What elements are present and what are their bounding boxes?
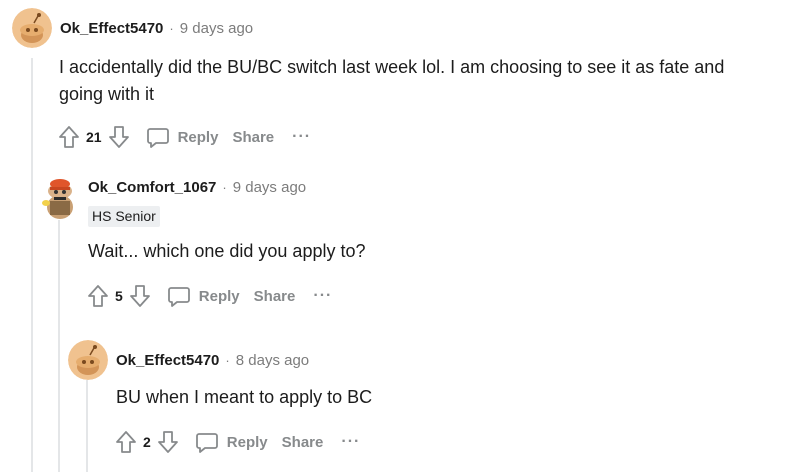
timestamp[interactable]: 9 days ago [180, 20, 253, 37]
upvote-icon[interactable] [113, 429, 139, 455]
comment-thread: Ok_Effect5470 · 9 days ago I accidentall… [0, 0, 800, 472]
downvote-icon[interactable] [155, 429, 181, 455]
comment-body: BU when I meant to apply to BC [116, 387, 373, 407]
reply-label: Reply [198, 287, 240, 305]
share-button[interactable]: Share [254, 288, 296, 305]
more-options-button[interactable]: ··· [292, 128, 311, 146]
comment-body-line: going with it [59, 84, 155, 104]
reply-button[interactable]: Reply [167, 284, 240, 308]
reply-icon [146, 128, 169, 148]
avatar[interactable] [68, 340, 108, 380]
comment-body: I accidentally did the BU/BC switch last… [59, 54, 792, 108]
comment: Ok_Comfort_1067 · 9 days ago HS Senior W… [40, 167, 780, 311]
username[interactable]: Ok_Effect5470 [116, 352, 219, 369]
username[interactable]: Ok_Effect5470 [60, 20, 163, 37]
reply-icon [195, 433, 218, 453]
reply-icon [167, 287, 190, 307]
downvote-icon[interactable] [106, 124, 132, 150]
share-button[interactable]: Share [232, 129, 274, 146]
vote-count: 21 [86, 129, 102, 145]
vote-count: 2 [143, 434, 151, 450]
comment: Ok_Effect5470 · 8 days ago BU when I mea… [68, 340, 780, 457]
comment-actions: 2 Reply Share ··· [113, 427, 780, 457]
comment-body: Wait... which one did you apply to? [88, 241, 366, 261]
username[interactable]: Ok_Comfort_1067 [88, 179, 216, 196]
reply-button[interactable]: Reply [146, 125, 219, 149]
timestamp[interactable]: 8 days ago [236, 352, 309, 369]
more-options-button[interactable]: ··· [341, 433, 360, 451]
avatar[interactable] [12, 8, 52, 48]
reply-label: Reply [226, 433, 268, 451]
separator: · [225, 352, 230, 368]
upvote-icon[interactable] [56, 124, 82, 150]
comment-body-line: I accidentally did the BU/BC switch last… [59, 57, 725, 77]
vote-count: 5 [115, 288, 123, 304]
downvote-icon[interactable] [127, 283, 153, 309]
comment-actions: 5 Reply Share ··· [85, 281, 780, 311]
reply-button[interactable]: Reply [195, 430, 268, 454]
more-options-button[interactable]: ··· [313, 287, 332, 305]
separator: · [222, 179, 227, 195]
reply-label: Reply [177, 128, 219, 146]
comment: Ok_Effect5470 · 9 days ago I accidentall… [12, 8, 792, 152]
user-flair: HS Senior [88, 206, 160, 227]
comment-header: Ok_Comfort_1067 · 9 days ago [40, 167, 780, 219]
comment-actions: 21 Reply Share ··· [56, 122, 792, 152]
avatar[interactable] [40, 167, 80, 219]
share-button[interactable]: Share [282, 434, 324, 451]
upvote-icon[interactable] [85, 283, 111, 309]
comment-header: Ok_Effect5470 · 8 days ago [68, 340, 780, 380]
comment-header: Ok_Effect5470 · 9 days ago [12, 8, 792, 48]
separator: · [169, 20, 174, 36]
timestamp[interactable]: 9 days ago [233, 179, 306, 196]
